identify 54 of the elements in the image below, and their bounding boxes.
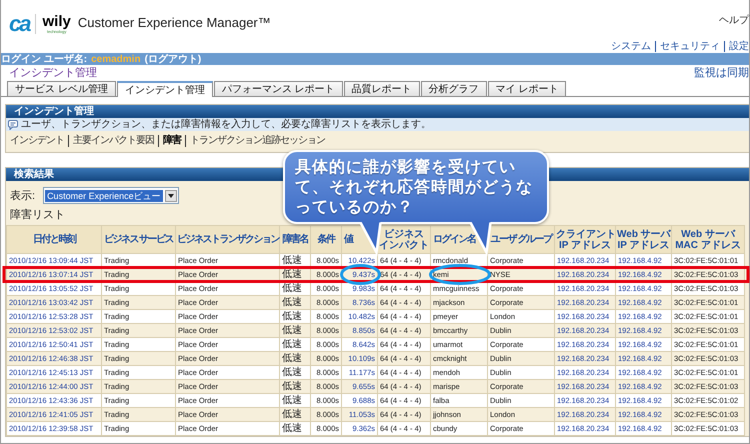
page-title: インシデント管理 [9, 66, 97, 80]
table-cell: 低速 [280, 296, 310, 310]
header-link[interactable]: システム [607, 41, 655, 52]
user-name: cemadmin [91, 54, 141, 64]
column-header: 条件 [310, 226, 342, 254]
tab[interactable]: インシデント管理 [116, 81, 213, 97]
section-link[interactable]: トランザクション追跡セッション [185, 135, 329, 147]
column-header-line: クライアント [556, 228, 614, 240]
column-header-line: IP アドレス [558, 240, 612, 250]
column-header: 日付と時刻 [6, 226, 102, 254]
header-link[interactable]: 設定 [724, 41, 749, 52]
section-title: 検索結果 [14, 169, 54, 180]
column-header-line: IP アドレス [617, 240, 670, 250]
column-header-line: MAC アドレス [674, 240, 742, 250]
help-link[interactable]: ヘルプ [719, 13, 749, 27]
info-text: ユーザ、トランザクション、または障害情報を入力して、必要な障害リストを表示します。 [21, 118, 431, 130]
list-title: 障害リスト [9, 208, 65, 223]
header-link[interactable]: セキュリティ [655, 41, 724, 52]
login-label: ログイン ユーザ名: [1, 54, 88, 64]
section-link[interactable]: 主要インパクト要因 [68, 135, 158, 147]
caret-icon [168, 194, 174, 198]
product-name: Customer Experience Manager™ [78, 14, 271, 32]
column-header: ビジネス サービス [102, 226, 176, 254]
tab[interactable]: パフォーマンス レポート [214, 81, 343, 96]
column-header-line: Web サーバ [617, 228, 670, 240]
tab[interactable]: 品質レポート [344, 81, 420, 96]
info-icon [8, 120, 18, 130]
table-cell: 低速 [280, 366, 310, 380]
table-cell: 低速 [280, 338, 310, 352]
logo-mark: ca [9, 14, 36, 34]
table-cell: 低速 [280, 324, 310, 338]
column-header: ビジネストランザクション [176, 226, 280, 254]
tab[interactable]: 分析グラフ [420, 81, 487, 96]
logo-wordmark: wily [42, 14, 71, 29]
view-label: 表示: [10, 189, 36, 203]
table-cell: 低速 [280, 408, 310, 422]
tab[interactable]: サービス レベル管理 [7, 81, 116, 96]
column-header-line: Web サーバ [680, 228, 736, 240]
table-cell: 低速 [280, 380, 310, 394]
table-cell: 低速 [280, 310, 310, 324]
column-header: ユーザ グループ [488, 226, 554, 254]
table-cell: 低速 [280, 394, 310, 408]
sync-status: 監視は同期 [694, 66, 749, 80]
section-link[interactable]: インシデント [10, 135, 68, 147]
speech-bubble: 具体的に誰が影響を受けていて、それぞれ応答時間がどうなっているのか？ [283, 150, 549, 224]
section-link[interactable]: 障害 [158, 135, 185, 147]
tab[interactable]: マイ レポート [488, 81, 566, 96]
view-dropdown[interactable]: Customer Experienceビュー [43, 187, 179, 204]
section-title: インシデント管理 [14, 106, 94, 117]
table-cell: 低速 [280, 352, 310, 366]
table-cell: 低速 [280, 422, 310, 436]
column-header-line: インパクト [379, 240, 429, 250]
column-header: 障害名 [280, 226, 310, 254]
column-header-line: ビジネス [383, 228, 425, 240]
